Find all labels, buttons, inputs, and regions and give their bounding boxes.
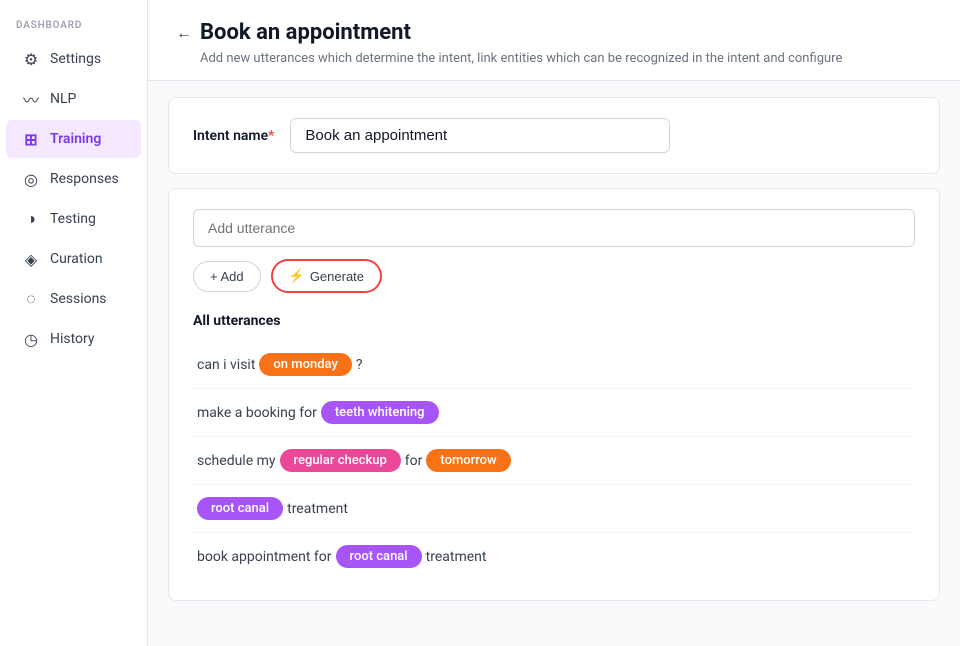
sidebar: DASHBOARD ⚙ Settings 〰 NLP ⊞ Training ◎ … [0, 0, 148, 646]
utterance-text: treatment [287, 501, 348, 517]
nlp-icon: 〰 [22, 90, 40, 108]
sidebar-item-label-testing: Testing [50, 211, 96, 227]
sidebar-item-testing[interactable]: ◑ Testing [6, 200, 141, 238]
utterance-row: root canal treatment [193, 485, 915, 533]
utterances-section: + Add ⚡ Generate All utterances can i vi… [168, 188, 940, 601]
sidebar-item-settings[interactable]: ⚙ Settings [6, 40, 141, 78]
sidebar-item-label-training: Training [50, 131, 101, 147]
utterance-row: book appointment for root canal treatmen… [193, 533, 915, 580]
utterance-row: make a booking for teeth whitening [193, 389, 915, 437]
sessions-icon: ◌ [22, 290, 40, 308]
utterance-text: ? [356, 357, 363, 373]
utterance-row: can i visit on monday ? [193, 341, 915, 389]
entity-tag-on-monday[interactable]: on monday [259, 353, 351, 376]
sidebar-item-nlp[interactable]: 〰 NLP [6, 80, 141, 118]
generate-button[interactable]: ⚡ Generate [271, 259, 382, 293]
training-icon: ⊞ [22, 130, 40, 148]
sidebar-item-label-sessions: Sessions [50, 291, 107, 307]
page-subtitle: Add new utterances which determine the i… [200, 51, 932, 66]
sidebar-item-training[interactable]: ⊞ Training [6, 120, 141, 158]
bolt-icon: ⚡ [289, 268, 305, 284]
history-icon: ◷ [22, 330, 40, 348]
utterance-text: for [405, 453, 423, 469]
action-row: + Add ⚡ Generate [193, 259, 915, 293]
add-utterance-input[interactable] [193, 209, 915, 247]
sidebar-item-label-nlp: NLP [50, 91, 76, 107]
intent-label: Intent name* [193, 128, 274, 144]
utterance-text: treatment [426, 549, 487, 565]
sidebar-dashboard-label: DASHBOARD [0, 8, 147, 39]
sidebar-item-label-curation: Curation [50, 251, 103, 267]
required-star: * [268, 128, 274, 144]
intent-row: Intent name* [193, 118, 915, 153]
sidebar-item-sessions[interactable]: ◌ Sessions [6, 280, 141, 318]
intent-name-section: Intent name* [168, 97, 940, 174]
intent-name-input[interactable] [290, 118, 670, 153]
entity-tag-tomorrow[interactable]: tomorrow [426, 449, 510, 472]
page-title: Book an appointment [200, 20, 411, 45]
back-button[interactable]: ← [176, 23, 192, 43]
page-header: ← Book an appointment Add new utterances… [148, 0, 960, 81]
entity-tag-teeth-whitening[interactable]: teeth whitening [321, 401, 439, 424]
sidebar-item-label-responses: Responses [50, 171, 119, 187]
utterance-text: make a booking for [197, 405, 317, 421]
main-content: ← Book an appointment Add new utterances… [148, 0, 960, 646]
sidebar-item-responses[interactable]: ◎ Responses [6, 160, 141, 198]
responses-icon: ◎ [22, 170, 40, 188]
utterance-list: can i visit on monday ? make a booking f… [193, 341, 915, 580]
page-title-row: ← Book an appointment [176, 20, 932, 45]
utterance-text: schedule my [197, 453, 276, 469]
utterance-row: schedule my regular checkup for tomorrow [193, 437, 915, 485]
entity-tag-regular-checkup[interactable]: regular checkup [280, 449, 401, 472]
settings-icon: ⚙ [22, 50, 40, 68]
testing-icon: ◑ [22, 210, 40, 228]
sidebar-item-label-history: History [50, 331, 95, 347]
curation-icon: ◈ [22, 250, 40, 268]
all-utterances-title: All utterances [193, 313, 915, 329]
sidebar-item-curation[interactable]: ◈ Curation [6, 240, 141, 278]
entity-tag-root-canal-2[interactable]: root canal [336, 545, 422, 568]
entity-tag-root-canal-1[interactable]: root canal [197, 497, 283, 520]
utterance-text: book appointment for [197, 549, 332, 565]
sidebar-item-label-settings: Settings [50, 51, 101, 67]
sidebar-item-history[interactable]: ◷ History [6, 320, 141, 358]
utterance-text: can i visit [197, 357, 255, 373]
add-button[interactable]: + Add [193, 261, 261, 292]
